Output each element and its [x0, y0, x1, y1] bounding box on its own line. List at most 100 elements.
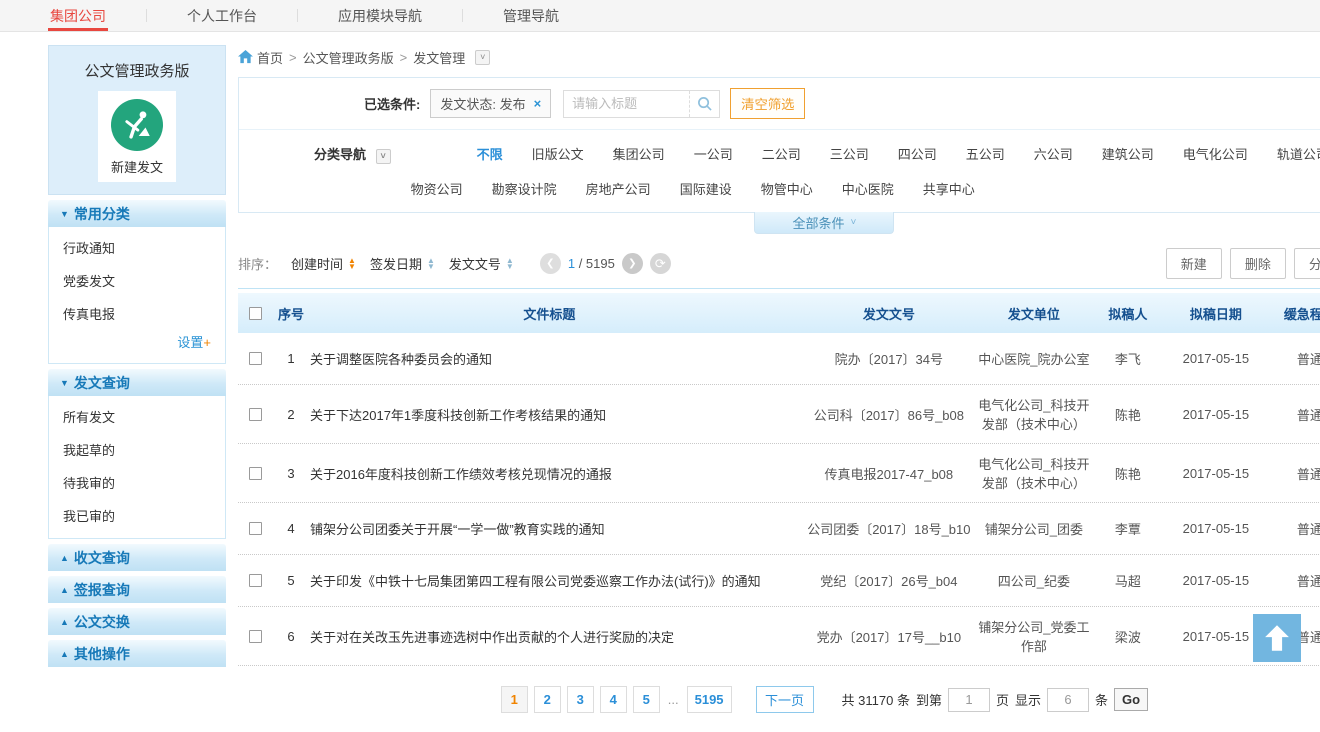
- drafter: 李飞: [1093, 349, 1163, 368]
- go-button[interactable]: Go: [1114, 688, 1148, 711]
- category-group-company[interactable]: 集团公司: [613, 144, 665, 163]
- sidebar-section-other-operations[interactable]: ▲ 其他操作: [48, 640, 226, 667]
- category-construction[interactable]: 建筑公司: [1102, 144, 1154, 163]
- topnav-group-company[interactable]: 集团公司: [40, 0, 116, 31]
- category-central-hospital[interactable]: 中心医院: [842, 179, 894, 198]
- category-company-2[interactable]: 二公司: [762, 144, 801, 163]
- next-page-icon[interactable]: ❯: [622, 253, 643, 274]
- sort-by-doc-number[interactable]: 发文文号 ▲▼: [449, 254, 514, 273]
- row-checkbox[interactable]: [249, 352, 262, 365]
- draft-date: 2017-05-15: [1163, 521, 1269, 536]
- category-unlimited[interactable]: 不限: [477, 144, 503, 163]
- page-button-4[interactable]: 4: [600, 686, 627, 713]
- category-real-estate[interactable]: 房地产公司: [586, 179, 651, 198]
- topnav-admin-nav[interactable]: 管理导航: [493, 0, 569, 31]
- sidebar-header-panel: 公文管理政务版 新建发文: [48, 45, 226, 195]
- sidebar-item-pending-my-review[interactable]: 待我审的: [49, 466, 225, 499]
- sidebar-section-incoming-query[interactable]: ▲ 收文查询: [48, 544, 226, 571]
- sort-by-issue-date[interactable]: 签发日期 ▲▼: [370, 254, 435, 273]
- breadcrumb-dropdown-icon[interactable]: ˅: [475, 50, 490, 65]
- header-urgency: 缓急程度: [1269, 304, 1320, 323]
- category-materials[interactable]: 物资公司: [411, 179, 463, 198]
- title-search-input[interactable]: [564, 96, 689, 111]
- category-electrification[interactable]: 电气化公司: [1183, 144, 1248, 163]
- back-to-top-button[interactable]: [1253, 614, 1301, 662]
- urgency: 普通: [1269, 519, 1320, 538]
- settings-link[interactable]: 设置+: [49, 330, 225, 357]
- row-checkbox[interactable]: [249, 522, 262, 535]
- all-conditions-button[interactable]: 全部条件 ˅: [754, 212, 894, 234]
- new-document-button[interactable]: 新建发文: [98, 91, 176, 182]
- page-button-3[interactable]: 3: [567, 686, 594, 713]
- triangle-down-icon: ▼: [60, 209, 69, 219]
- divider: [462, 9, 463, 22]
- document-title-link[interactable]: 关于2016年度科技创新工作绩效考核兑现情况的通报: [310, 464, 803, 483]
- sidebar-section-outgoing-query[interactable]: ▼ 发文查询: [48, 369, 226, 396]
- home-icon: [238, 50, 253, 64]
- issuing-unit: 四公司_纪委: [975, 571, 1093, 590]
- category-property-mgmt[interactable]: 物管中心: [761, 179, 813, 198]
- breadcrumb-level1[interactable]: 公文管理政务版: [303, 48, 394, 67]
- delete-button[interactable]: 删除: [1230, 248, 1286, 279]
- clear-filters-button[interactable]: 清空筛选: [730, 88, 805, 119]
- document-title-link[interactable]: 关于调整医院各种委员会的通知: [310, 349, 803, 368]
- category-company-6[interactable]: 六公司: [1034, 144, 1073, 163]
- row-serial: 3: [272, 466, 310, 481]
- page-button-last[interactable]: 5195: [687, 686, 732, 713]
- category-international[interactable]: 国际建设: [680, 179, 732, 198]
- page-button-5[interactable]: 5: [633, 686, 660, 713]
- settings-label: 设置: [177, 335, 203, 350]
- doc-number: 公司科〔2017〕86号_b08: [803, 405, 975, 424]
- prev-page-icon[interactable]: ❮: [540, 253, 561, 274]
- sidebar-item-drafted-by-me[interactable]: 我起草的: [49, 433, 225, 466]
- search-icon[interactable]: [689, 91, 719, 117]
- sidebar-item-reviewed-by-me[interactable]: 我已审的: [49, 499, 225, 532]
- all-conditions-label: 全部条件: [792, 213, 844, 232]
- category-transfer-button[interactable]: 分类转移: [1294, 248, 1320, 279]
- create-button[interactable]: 新建: [1166, 248, 1222, 279]
- breadcrumb-level2[interactable]: 发文管理: [413, 48, 465, 67]
- sort-arrows-icon: ▲▼: [348, 258, 356, 270]
- sidebar-item-admin-notice[interactable]: 行政通知: [49, 231, 225, 264]
- document-title-link[interactable]: 关于对在关改玉先进事迹选树中作出贡献的个人进行奖励的决定: [310, 627, 803, 646]
- header-draft-date: 拟稿日期: [1163, 304, 1269, 323]
- category-shared-center[interactable]: 共享中心: [923, 179, 975, 198]
- sidebar-section-doc-exchange[interactable]: ▲ 公文交换: [48, 608, 226, 635]
- row-checkbox[interactable]: [249, 467, 262, 480]
- category-collapse-icon[interactable]: ˅: [376, 149, 391, 164]
- category-old-docs[interactable]: 旧版公文: [532, 144, 584, 163]
- document-title-link[interactable]: 铺架分公司团委关于开展“一学一做”教育实践的通知: [310, 519, 803, 538]
- category-company-3[interactable]: 三公司: [830, 144, 869, 163]
- new-document-label: 新建发文: [100, 157, 174, 176]
- triangle-up-icon: ▲: [60, 585, 69, 595]
- sidebar-section-common-categories[interactable]: ▼ 常用分类: [48, 200, 226, 227]
- sidebar-item-party-docs[interactable]: 党委发文: [49, 264, 225, 297]
- sidebar-section-report-query[interactable]: ▲ 签报查询: [48, 576, 226, 603]
- page-size-input[interactable]: [1047, 688, 1089, 712]
- page-button-1[interactable]: 1: [501, 686, 528, 713]
- topnav-app-module-nav[interactable]: 应用模块导航: [328, 0, 432, 31]
- breadcrumb-home[interactable]: 首页: [257, 48, 283, 67]
- goto-page-input[interactable]: [948, 688, 990, 712]
- document-title-link[interactable]: 关于下达2017年1季度科技创新工作考核结果的通知: [310, 405, 803, 424]
- sidebar-item-all-outgoing[interactable]: 所有发文: [49, 400, 225, 433]
- next-page-button[interactable]: 下一页: [756, 686, 814, 713]
- category-company-1[interactable]: 一公司: [694, 144, 733, 163]
- category-survey-design[interactable]: 勘察设计院: [492, 179, 557, 198]
- category-rail-transit[interactable]: 轨道公司: [1277, 144, 1320, 163]
- category-company-5[interactable]: 五公司: [966, 144, 1005, 163]
- sort-label: 排序：: [238, 254, 277, 273]
- row-checkbox[interactable]: [249, 574, 262, 587]
- document-title-link[interactable]: 关于印发《中铁十七局集团第四工程有限公司党委巡察工作办法(试行)》的通知: [310, 571, 803, 590]
- sidebar-item-fax-telegram[interactable]: 传真电报: [49, 297, 225, 330]
- row-checkbox[interactable]: [249, 630, 262, 643]
- topnav-personal-workspace[interactable]: 个人工作台: [177, 0, 267, 31]
- table-row: 3 关于2016年度科技创新工作绩效考核兑现情况的通报 传真电报2017-47_…: [238, 444, 1320, 503]
- sort-by-create-time[interactable]: 创建时间 ▲▼: [291, 254, 356, 273]
- refresh-icon[interactable]: ⟳: [650, 253, 671, 274]
- select-all-checkbox[interactable]: [249, 307, 262, 320]
- remove-filter-icon[interactable]: ×: [534, 96, 542, 111]
- page-button-2[interactable]: 2: [534, 686, 561, 713]
- category-company-4[interactable]: 四公司: [898, 144, 937, 163]
- row-checkbox[interactable]: [249, 408, 262, 421]
